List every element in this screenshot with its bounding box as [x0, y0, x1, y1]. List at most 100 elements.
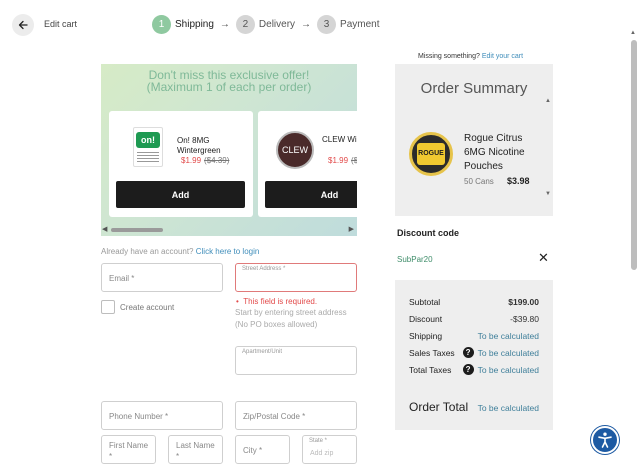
sales-taxes-value-group: ? To be calculated	[462, 347, 539, 358]
discount-code-label: Discount code	[397, 228, 460, 238]
step-payment[interactable]: 3 Payment	[317, 15, 380, 34]
shipping-row: Shipping To be calculated	[409, 331, 539, 341]
order-total-row: Order Total To be calculated	[409, 400, 539, 414]
scroll-right-icon[interactable]: ▶	[349, 225, 354, 233]
discount-label: Discount	[409, 314, 443, 324]
error-text: This field is required.	[243, 297, 318, 306]
total-taxes-value-group: ? To be calculated	[462, 364, 539, 375]
offer-product-card: on! On! 8MG Wintergreen $1.99 ($4.39) Add	[109, 111, 253, 217]
add-product-button[interactable]: Add	[116, 181, 245, 208]
login-prompt-text: Already have an account?	[101, 247, 194, 256]
phone-field[interactable]: Phone Number *	[101, 401, 223, 430]
city-placeholder: City *	[243, 446, 263, 455]
order-total-label: Order Total	[409, 400, 469, 414]
summary-product-price: $3.98	[507, 176, 530, 186]
sales-taxes-label: Sales Taxes	[409, 347, 455, 358]
scroll-up-icon[interactable]: ▲	[545, 98, 551, 104]
zip-placeholder: Zip/Postal Code *	[243, 412, 306, 421]
product-image: CLEW	[276, 131, 314, 169]
product-price: $1.99 ($	[328, 156, 357, 165]
product-name: CLEW Win 6mg	[322, 135, 357, 144]
total-taxes-label: Total Taxes	[409, 364, 452, 375]
order-summary-title: Order Summary	[420, 80, 528, 97]
totals-panel: Subtotal $199.00 Discount -$39.80 Shippi…	[395, 280, 553, 430]
discount-row: Discount -$39.80	[409, 314, 539, 324]
summary-product-name: Rogue Citrus 6MG Nicotine Pouches	[464, 133, 525, 172]
original-price: ($4.39)	[204, 156, 230, 165]
step-label: Payment	[340, 19, 380, 30]
edit-cart-link[interactable]: Edit cart	[44, 19, 77, 29]
subtotal-label: Subtotal	[409, 297, 441, 307]
back-button[interactable]	[12, 14, 34, 36]
sales-taxes-value: To be calculated	[477, 347, 539, 358]
total-taxes-value: To be calculated	[477, 364, 539, 375]
arrow-right-icon: →	[219, 19, 230, 30]
login-prompt: Already have an account? Click here to l…	[101, 247, 259, 256]
sale-price: $1.99	[328, 156, 349, 165]
step-shipping[interactable]: 1 Shipping	[152, 15, 214, 34]
page-scrollbar-thumb[interactable]	[631, 40, 637, 270]
street-error-message: • This field is required.	[236, 297, 317, 306]
add-product-button[interactable]: Add	[265, 181, 357, 208]
state-field[interactable]: State * Add zip	[302, 435, 357, 464]
help-icon[interactable]: ?	[462, 347, 474, 358]
product-image: ROGUE	[409, 132, 453, 176]
accessibility-button[interactable]	[591, 426, 619, 454]
page-scroll-up-icon[interactable]: ▲	[630, 30, 636, 36]
edit-cart-link-summary[interactable]: Edit your cart	[482, 53, 523, 60]
last-name-placeholder: Last Name *	[176, 441, 215, 461]
scroll-left-icon[interactable]: ◀	[102, 225, 107, 233]
help-icon[interactable]: ?	[462, 364, 474, 375]
product-image: on!	[133, 127, 163, 167]
scroll-down-icon[interactable]: ▼	[545, 191, 551, 197]
zip-field[interactable]: Zip/Postal Code *	[235, 401, 357, 430]
checkout-steps: 1 Shipping → 2 Delivery → 3 Payment	[152, 15, 380, 34]
sales-taxes-row: Sales Taxes ? To be calculated	[409, 347, 539, 358]
horizontal-scrollbar[interactable]: ◀ ▶	[101, 224, 357, 236]
missing-something: Missing something? Edit your cart	[418, 53, 523, 60]
offer-product-card: CLEW CLEW Win 6mg $1.99($ Add	[258, 111, 357, 217]
product-logo: ROGUE	[417, 143, 445, 165]
state-label: State *	[309, 438, 328, 444]
street-hint: Start by entering street address (No PO …	[235, 308, 347, 329]
sale-price: $1.99	[181, 156, 202, 165]
city-field[interactable]: City *	[235, 435, 290, 464]
shipping-label: Shipping	[409, 331, 443, 341]
first-name-field[interactable]: First Name *	[101, 435, 156, 464]
step-label: Shipping	[175, 19, 214, 30]
street-address-label: Street Address *	[242, 266, 286, 272]
first-name-placeholder: First Name *	[109, 441, 149, 461]
step-number: 1	[152, 15, 171, 34]
arrow-right-icon: →	[301, 19, 312, 30]
total-taxes-row: Total Taxes ? To be calculated	[409, 364, 539, 375]
missing-text: Missing something?	[418, 53, 480, 60]
product-logo: on!	[136, 132, 160, 148]
apartment-label: Apartment/Unit	[242, 349, 283, 355]
accessibility-icon	[598, 432, 612, 448]
error-bullet-icon: •	[236, 297, 239, 306]
arrow-left-icon	[18, 20, 28, 30]
product-label-text	[137, 152, 159, 162]
original-price: ($	[351, 156, 357, 165]
applied-discount-code: SubPar20	[397, 255, 433, 264]
scroll-thumb[interactable]	[111, 228, 163, 232]
discount-value: -$39.80	[510, 314, 539, 324]
step-delivery[interactable]: 2 Delivery	[235, 15, 296, 34]
product-price: $1.99 ($4.39)	[181, 156, 229, 165]
email-placeholder: Email *	[109, 274, 135, 283]
close-icon[interactable]: ✕	[538, 250, 549, 266]
subtotal-value: $199.00	[508, 297, 539, 307]
login-link[interactable]: Click here to login	[196, 247, 260, 256]
email-field[interactable]: Email *	[101, 263, 223, 292]
apartment-field[interactable]: Apartment/Unit	[235, 346, 357, 375]
order-total-value: To be calculated	[477, 403, 539, 413]
create-account-checkbox[interactable]	[101, 300, 115, 314]
summary-product-quantity: 50 Cans	[464, 177, 494, 186]
last-name-field[interactable]: Last Name *	[168, 435, 223, 464]
offer-subtitle-line: (Maximum 1 of each per order)	[146, 80, 312, 94]
offer-title: Don't miss this exclusive offer! (Maximu…	[101, 69, 357, 93]
create-account-label: Create account	[120, 303, 175, 312]
state-placeholder: Add zip	[310, 450, 334, 457]
street-address-field[interactable]: Street Address *	[235, 263, 357, 292]
step-label: Delivery	[258, 19, 296, 30]
